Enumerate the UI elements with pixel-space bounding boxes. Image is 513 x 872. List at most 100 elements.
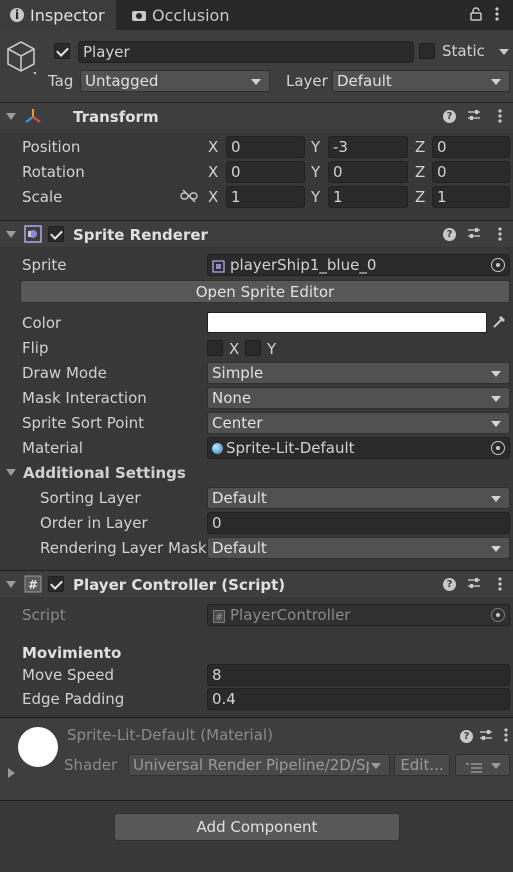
- move-speed-field[interactable]: 8: [207, 664, 510, 686]
- scale-x-field[interactable]: 1: [226, 186, 305, 208]
- tab-bar: i Inspector Occlusion: [0, 0, 513, 30]
- edge-padding-label: Edge Padding: [22, 690, 125, 708]
- draw-mode-label: Draw Mode: [22, 364, 107, 382]
- draw-mode-value: Simple: [212, 364, 264, 382]
- presets-icon[interactable]: [479, 728, 493, 742]
- scale-label: Scale: [22, 188, 63, 206]
- component-menu-icon[interactable]: [497, 108, 503, 128]
- foldout-arrow-icon[interactable]: [8, 768, 15, 778]
- foldout-arrow-icon[interactable]: [6, 469, 16, 476]
- object-picker-icon: [491, 608, 505, 622]
- component-menu-icon[interactable]: [503, 727, 509, 747]
- axis-z-label: Z: [415, 188, 426, 206]
- player-controller-enabled-checkbox[interactable]: [48, 576, 64, 592]
- help-icon[interactable]: ?: [443, 110, 456, 123]
- movimiento-header: Movimiento: [22, 644, 122, 662]
- position-x-field[interactable]: 0: [226, 136, 305, 158]
- sprite-renderer-icon: [24, 225, 42, 243]
- static-dropdown-arrow-icon[interactable]: [499, 49, 509, 55]
- transform-header[interactable]: Transform ?: [0, 103, 513, 129]
- chevron-down-icon: [371, 763, 381, 769]
- transform-icon: [24, 108, 42, 124]
- open-sprite-editor-button[interactable]: Open Sprite Editor: [20, 280, 510, 303]
- tab-inspector[interactable]: i Inspector: [0, 0, 116, 30]
- svg-text:#: #: [215, 613, 223, 623]
- color-label: Color: [22, 314, 62, 332]
- object-picker-icon[interactable]: [491, 258, 505, 272]
- object-picker-icon[interactable]: [491, 441, 505, 455]
- lock-icon[interactable]: [470, 7, 482, 21]
- presets-icon[interactable]: [467, 576, 481, 590]
- sprite-renderer-title: Sprite Renderer: [73, 226, 208, 244]
- position-z-field[interactable]: 0: [432, 136, 510, 158]
- additional-settings-foldout[interactable]: Additional Settings: [23, 464, 186, 482]
- material-field[interactable]: Sprite-Lit-Default: [207, 437, 510, 459]
- tab-menu-icon[interactable]: [494, 6, 500, 22]
- presets-icon[interactable]: [467, 226, 481, 240]
- sprite-sort-point-dropdown[interactable]: Center: [207, 412, 510, 434]
- chevron-down-icon: [251, 79, 261, 85]
- tab-inspector-label: Inspector: [30, 5, 105, 25]
- tab-occlusion-label: Occlusion: [152, 5, 230, 25]
- scale-z-field[interactable]: 1: [432, 186, 510, 208]
- rendering-layer-mask-label: Rendering Layer Mask: [40, 539, 207, 557]
- player-controller-title: Player Controller (Script): [73, 576, 286, 594]
- constrain-proportions-icon[interactable]: [180, 189, 198, 203]
- sorting-layer-dropdown[interactable]: Default: [207, 487, 510, 509]
- component-menu-icon[interactable]: [497, 226, 503, 246]
- sprite-label: Sprite: [22, 256, 67, 274]
- tab-occlusion[interactable]: Occlusion: [118, 0, 258, 30]
- help-icon[interactable]: ?: [443, 578, 456, 591]
- gameobject-cube-icon[interactable]: [6, 40, 39, 76]
- player-controller-header[interactable]: # Player Controller (Script) ?: [0, 571, 513, 597]
- chevron-down-icon: [491, 421, 501, 427]
- rotation-x-field[interactable]: 0: [226, 161, 305, 183]
- sprite-renderer-header[interactable]: Sprite Renderer ?: [0, 221, 513, 247]
- tag-value: Untagged: [85, 72, 159, 90]
- mask-interaction-dropdown[interactable]: None: [207, 387, 510, 409]
- help-icon[interactable]: ?: [443, 228, 456, 241]
- order-in-layer-label: Order in Layer: [40, 514, 148, 532]
- material-label: Material: [22, 439, 83, 457]
- sprite-field[interactable]: playerShip1_blue_0: [207, 254, 510, 276]
- position-y-field[interactable]: -3: [328, 136, 408, 158]
- edge-padding-field[interactable]: 0.4: [207, 688, 510, 710]
- presets-icon[interactable]: [467, 108, 481, 122]
- order-in-layer-field[interactable]: 0: [207, 512, 510, 534]
- sprite-sort-point-value: Center: [212, 414, 263, 432]
- material-value: Sprite-Lit-Default: [226, 439, 355, 457]
- color-swatch[interactable]: [207, 312, 487, 333]
- rotation-z-field[interactable]: 0: [432, 161, 510, 183]
- shader-value: Universal Render Pipeline/2D/Spri: [133, 756, 369, 774]
- rendering-layer-mask-dropdown[interactable]: Default: [207, 537, 510, 559]
- tag-dropdown[interactable]: Untagged: [80, 70, 270, 92]
- gameobject-name-field[interactable]: Player: [78, 41, 414, 63]
- sorting-layer-value: Default: [212, 489, 267, 507]
- axis-y-label: Y: [311, 188, 321, 206]
- axis-z-label: Z: [415, 138, 426, 156]
- shader-dropdown[interactable]: Universal Render Pipeline/2D/Spri: [128, 754, 390, 776]
- flip-y-checkbox[interactable]: [245, 340, 261, 356]
- flip-x-label: X: [229, 340, 240, 358]
- eyedropper-icon[interactable]: [490, 313, 508, 331]
- layer-dropdown[interactable]: Default: [332, 70, 510, 92]
- shader-options-dropdown[interactable]: [455, 754, 510, 776]
- help-icon[interactable]: ?: [460, 730, 473, 743]
- shader-label: Shader: [64, 756, 118, 774]
- static-checkbox[interactable]: [419, 43, 435, 59]
- script-asset-icon: #: [213, 609, 225, 623]
- gameobject-active-checkbox[interactable]: [54, 43, 70, 59]
- flip-label: Flip: [22, 339, 49, 357]
- layer-label: Layer: [286, 72, 328, 90]
- sprite-sort-point-label: Sprite Sort Point: [22, 414, 145, 432]
- material-asset-icon: [212, 443, 223, 454]
- add-component-button[interactable]: Add Component: [114, 813, 400, 841]
- draw-mode-dropdown[interactable]: Simple: [207, 362, 510, 384]
- shader-edit-button[interactable]: Edit...: [394, 754, 450, 776]
- component-menu-icon[interactable]: [497, 576, 503, 596]
- scale-y-field[interactable]: 1: [328, 186, 408, 208]
- sprite-renderer-enabled-checkbox[interactable]: [48, 226, 64, 242]
- mask-interaction-label: Mask Interaction: [22, 389, 147, 407]
- flip-x-checkbox[interactable]: [207, 340, 223, 356]
- rotation-y-field[interactable]: 0: [328, 161, 408, 183]
